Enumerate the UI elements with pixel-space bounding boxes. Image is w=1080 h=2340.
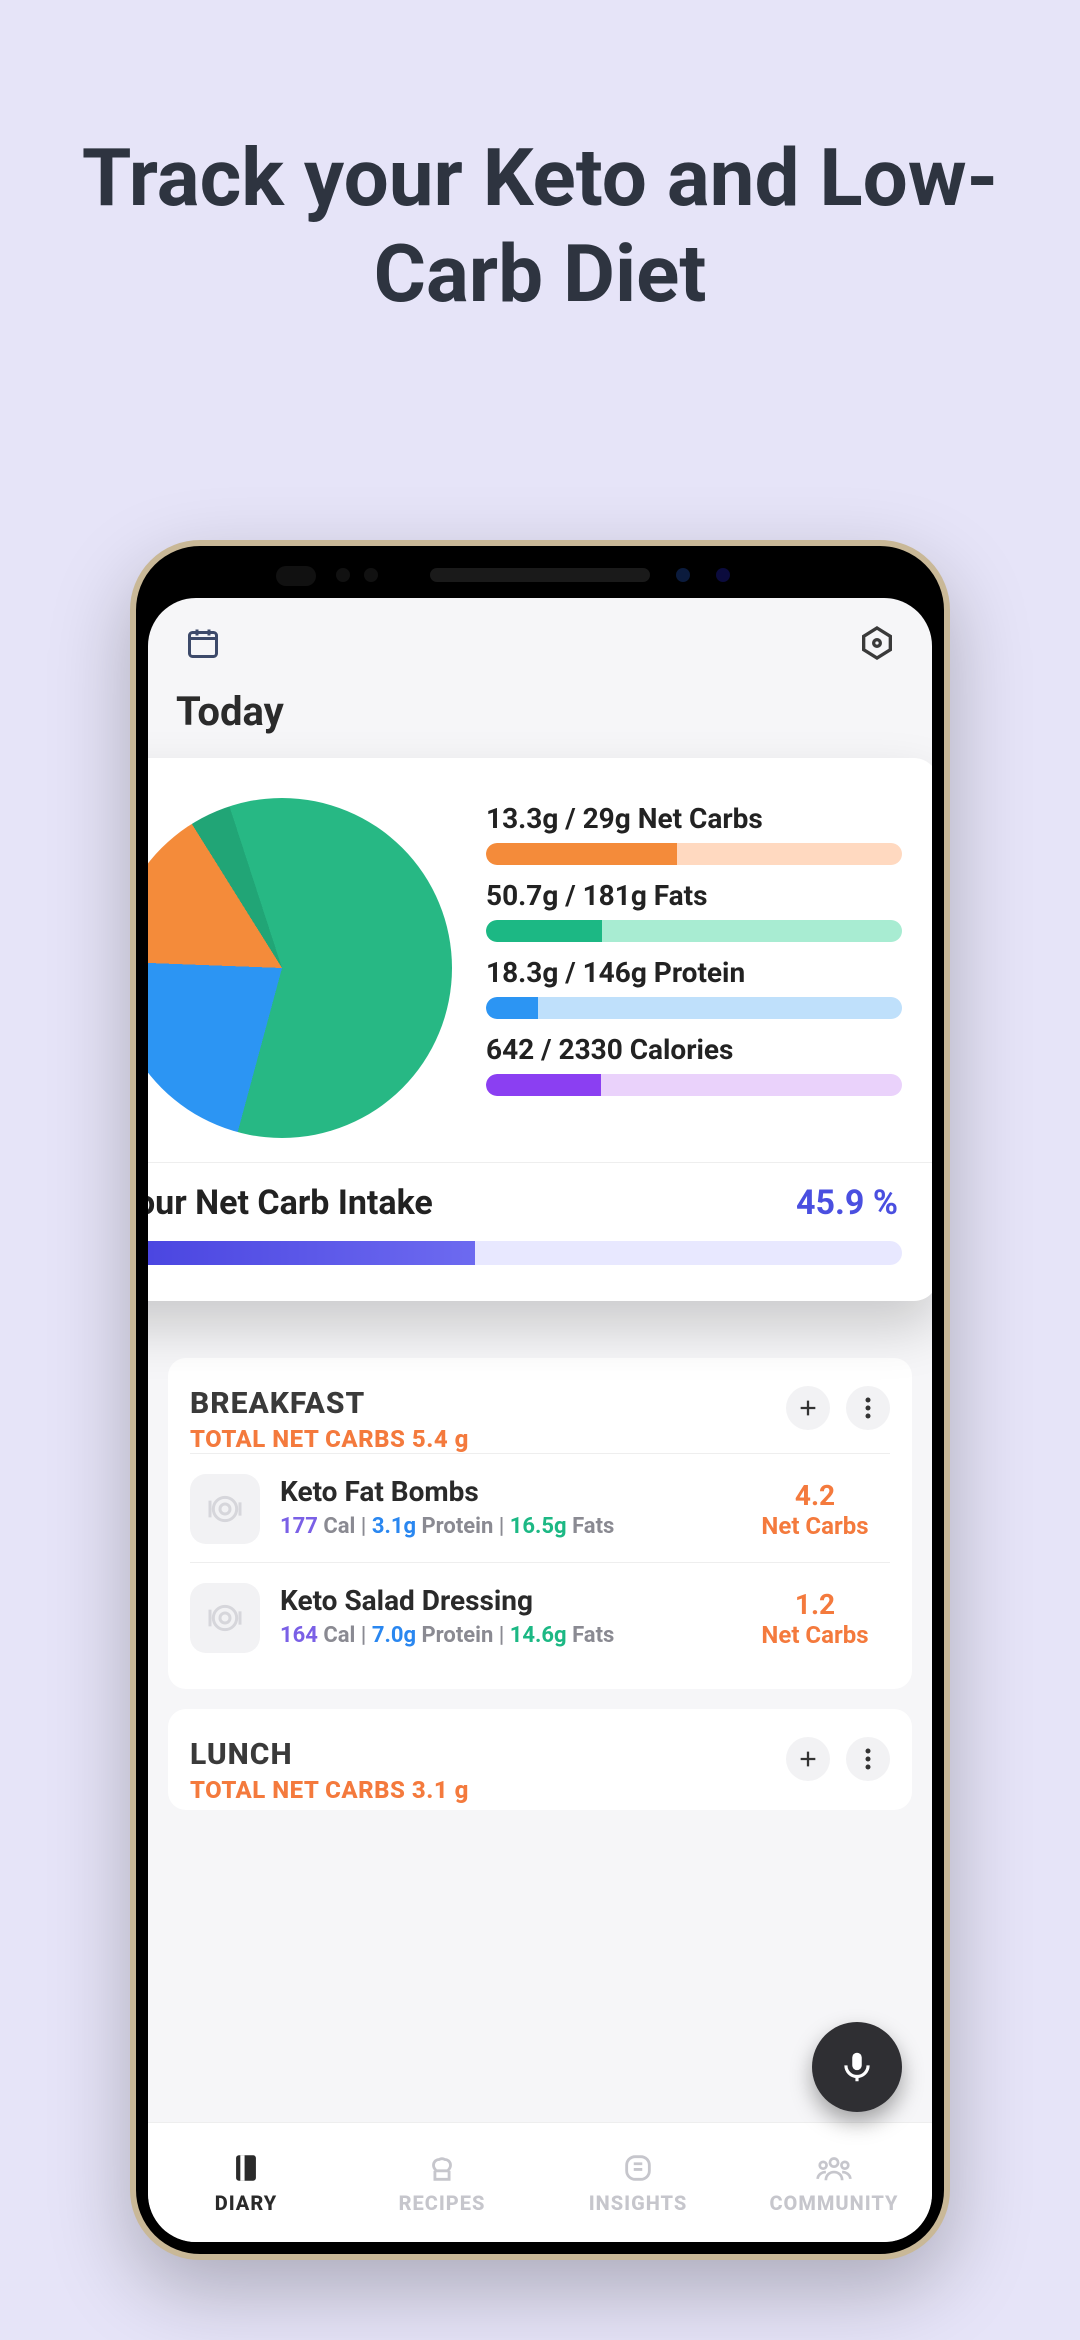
food-name: Keto Salad Dressing [280, 1584, 720, 1617]
promo-headline: Track your Keto and Low-Carb Diet [0, 0, 1080, 322]
calendar-icon[interactable] [178, 618, 228, 668]
bar-calories: 642 / 2330 Calories [486, 1033, 902, 1096]
meal-total-carbs: TOTAL NET CARBS 5.4 g [190, 1425, 469, 1453]
intake-percentage: 45.9 % [796, 1183, 898, 1223]
meals-list: BREAKFAST TOTAL NET CARBS 5.4 g [168, 1358, 912, 1830]
meal-total-carbs: TOTAL NET CARBS 3.1 g [190, 1776, 469, 1804]
food-item[interactable]: Keto Fat Bombs 177 Cal | 3.1g Protein | … [190, 1453, 890, 1562]
meal-title: LUNCH [190, 1737, 469, 1772]
food-stats: 177 Cal | 3.1g Protein | 16.5g Fats [280, 1512, 720, 1543]
nav-label: COMMUNITY [769, 2191, 898, 2215]
plate-icon [190, 1583, 260, 1653]
phone-speaker [430, 568, 650, 582]
macro-summary-card: 13.3g / 29g Net Carbs 50.7g / 181g Fats … [148, 758, 932, 1301]
nav-recipes[interactable]: RECIPES [344, 2123, 540, 2242]
food-item[interactable]: Keto Salad Dressing 164 Cal | 7.0g Prote… [190, 1562, 890, 1671]
bar-label-calories: 642 / 2330 Calories [486, 1033, 902, 1066]
meal-card-breakfast: BREAKFAST TOTAL NET CARBS 5.4 g [168, 1358, 912, 1689]
divider [148, 1162, 932, 1163]
meal-title: BREAKFAST [190, 1386, 469, 1421]
app-screen: Today 13.3g / 29g Net Carbs 50.7g / 181g… [148, 598, 932, 2242]
add-food-button[interactable] [786, 1386, 830, 1430]
nav-community[interactable]: COMMUNITY [736, 2123, 932, 2242]
phone-sensor-dot [336, 568, 350, 582]
intake-progress [148, 1241, 902, 1265]
nav-insights[interactable]: INSIGHTS [540, 2123, 736, 2242]
meal-more-button[interactable] [846, 1737, 890, 1781]
phone-sensor [276, 566, 316, 586]
plate-icon [190, 1474, 260, 1544]
macro-pie-chart [148, 798, 452, 1138]
phone-camera [676, 568, 690, 582]
bar-label-net-carbs: 13.3g / 29g Net Carbs [486, 802, 902, 835]
bar-label-protein: 18.3g / 146g Protein [486, 956, 902, 989]
meal-card-lunch: LUNCH TOTAL NET CARBS 3.1 g [168, 1709, 912, 1810]
bottom-nav: DIARY RECIPES INSIGHTS COMMUNITY [148, 2122, 932, 2242]
nav-label: DIARY [215, 2191, 278, 2215]
intake-title: Your Net Carb Intake [148, 1183, 433, 1223]
add-food-button[interactable] [786, 1737, 830, 1781]
bar-label-fats: 50.7g / 181g Fats [486, 879, 902, 912]
settings-icon[interactable] [852, 618, 902, 668]
nav-label: INSIGHTS [589, 2191, 688, 2215]
phone-frame: Today 13.3g / 29g Net Carbs 50.7g / 181g… [130, 540, 950, 2260]
app-topbar [148, 598, 932, 688]
nav-diary[interactable]: DIARY [148, 2123, 344, 2242]
voice-input-button[interactable] [812, 2022, 902, 2112]
phone-camera [716, 568, 730, 582]
food-stats: 164 Cal | 7.0g Protein | 14.6g Fats [280, 1621, 720, 1652]
intake-row: Your Net Carb Intake 45.9 % [148, 1183, 902, 1223]
bar-net-carbs: 13.3g / 29g Net Carbs [486, 802, 902, 865]
food-name: Keto Fat Bombs [280, 1475, 720, 1508]
bar-fats: 50.7g / 181g Fats [486, 879, 902, 942]
meal-more-button[interactable] [846, 1386, 890, 1430]
bar-protein: 18.3g / 146g Protein [486, 956, 902, 1019]
food-net-carbs: 1.2 Net Carbs [740, 1588, 890, 1649]
nav-label: RECIPES [399, 2191, 486, 2215]
phone-sensor-dot [364, 568, 378, 582]
page-title: Today [148, 688, 932, 741]
food-net-carbs: 4.2 Net Carbs [740, 1479, 890, 1540]
